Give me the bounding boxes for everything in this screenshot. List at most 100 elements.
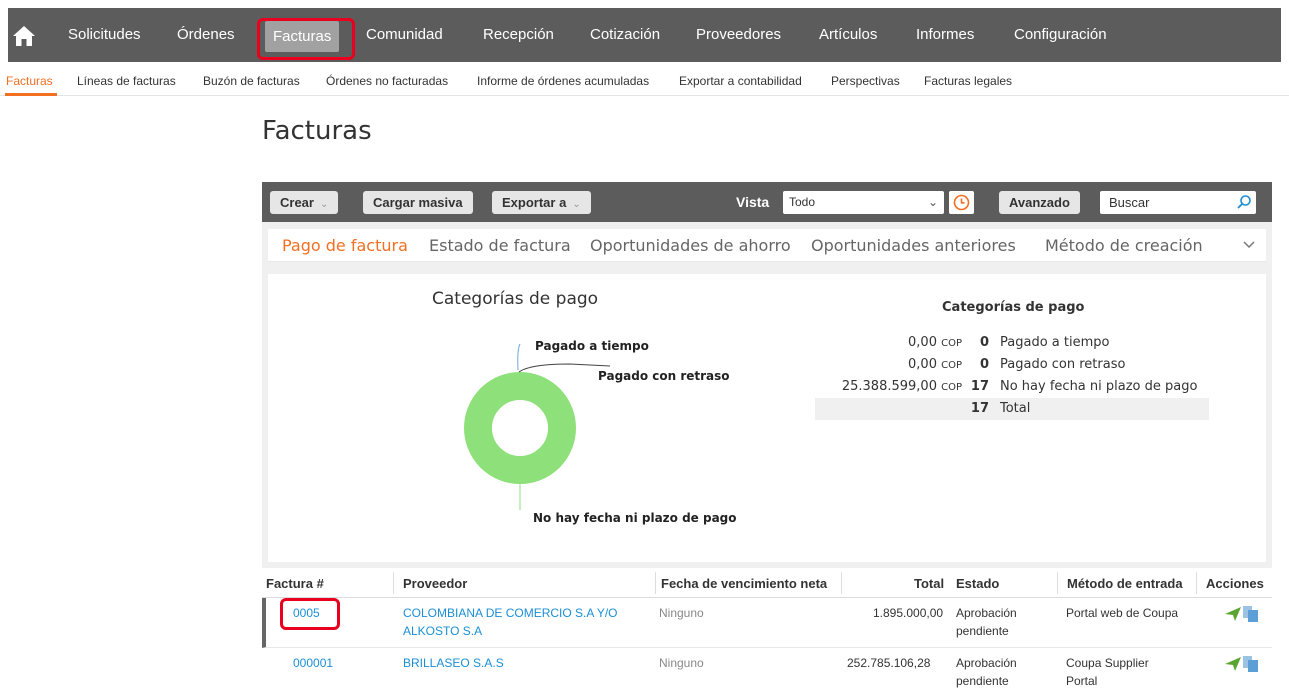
donut-leader-line-pagado-con-retraso	[518, 363, 611, 373]
summary-amount: 0,00 COP	[908, 357, 962, 372]
copy-icon[interactable]	[1242, 605, 1260, 623]
subnav-buzon-de-facturas[interactable]: Buzón de facturas	[203, 74, 300, 88]
chevron-down-icon[interactable]	[1242, 237, 1256, 251]
donut-label-no-hay-fecha-ni-plazo-de-pago: No hay fecha ni plazo de pago	[533, 511, 737, 525]
bulk-upload-button[interactable]: Cargar masiva	[363, 191, 473, 214]
summary-row: 25.388.599,00 COP 17 No hay fecha ni pla…	[815, 376, 1209, 398]
summary-total-row: 17 Total	[815, 398, 1209, 420]
create-button[interactable]: Crear ⌄	[270, 191, 339, 214]
tab-pago-de-factura[interactable]: Pago de factura	[282, 236, 408, 255]
invoice-toolbar: Crear ⌄ Cargar masiva Exportar a ⌄ Vista T…	[262, 182, 1272, 222]
nav-solicitudes[interactable]: Solicitudes	[68, 8, 141, 62]
column-header-total[interactable]: Total	[914, 576, 944, 591]
donut-leader-line-pagado-a-tiempo	[517, 343, 521, 371]
subnav-informe-ordenes-acumuladas[interactable]: Informe de órdenes acumuladas	[477, 74, 649, 88]
export-button-label: Exportar a	[502, 195, 567, 210]
nav-recepcion[interactable]: Recepción	[483, 8, 554, 62]
view-select-value: Todo	[789, 195, 816, 209]
total-value: 1.895.000,00	[873, 606, 944, 620]
home-icon[interactable]	[12, 25, 36, 47]
invoice-number-link[interactable]: 000001	[293, 654, 333, 672]
nav-facturas[interactable]: Facturas	[265, 21, 340, 52]
subnav-active-underline	[5, 93, 57, 96]
total-value: 252.785.106,28	[847, 656, 931, 670]
subnav-lineas-de-facturas[interactable]: Líneas de facturas	[77, 74, 176, 88]
subnav-facturas[interactable]: Facturas	[6, 74, 53, 88]
column-header-invoice-number[interactable]: Factura #	[266, 576, 324, 591]
column-divider	[393, 572, 394, 594]
export-dropdown-caret-icon: ⌄	[572, 199, 581, 210]
tab-oportunidades-anteriores[interactable]: Oportunidades anteriores	[811, 236, 1016, 255]
donut-slice-no-hay-fecha-ni-plazo-de-pago[interactable]	[464, 372, 576, 484]
summary-table: 0,00 COP 0 Pagado a tiempo 0,00 COP 0 Pa…	[815, 332, 1209, 420]
nav-cotizacion[interactable]: Cotización	[590, 8, 660, 62]
column-header-entry-method[interactable]: Método de entrada	[1067, 576, 1183, 591]
summary-count: 0	[979, 335, 989, 350]
subnav-facturas-legales[interactable]: Facturas legales	[924, 74, 1012, 88]
entry-method-value: Portal web de Coupa	[1066, 606, 1179, 620]
summary-total-label: Total	[1000, 401, 1031, 416]
payment-categories-donut-chart: Pagado a tiempo Pagado con retraso No hay …	[464, 339, 737, 525]
clock-icon[interactable]	[949, 191, 974, 214]
summary-total-count: 17	[970, 401, 989, 416]
chart-title: Categorías de pago	[432, 289, 599, 309]
summary-count: 0	[979, 357, 989, 372]
view-select[interactable]: Todo ⌄	[783, 191, 944, 214]
send-icon[interactable]	[1224, 605, 1242, 623]
export-button[interactable]: Exportar a ⌄	[492, 191, 591, 214]
summary-label: Pagado a tiempo	[1000, 335, 1110, 350]
nav-configuracion[interactable]: Configuración	[1014, 8, 1107, 62]
subnav-perspectivas[interactable]: Perspectivas	[831, 74, 900, 88]
summary-amount: 0,00 COP	[908, 335, 962, 350]
nav-proveedores[interactable]: Proveedores	[696, 8, 781, 62]
search-input[interactable]	[1100, 191, 1220, 214]
status-value: Aprobación pendiente	[956, 656, 1017, 688]
nav-articulos[interactable]: Artículos	[819, 8, 877, 62]
column-header-due-date[interactable]: Fecha de vencimiento neta	[661, 576, 827, 591]
subnav-ordenes-no-facturadas[interactable]: Órdenes no facturadas	[326, 74, 448, 88]
nav-ordenes[interactable]: Órdenes	[177, 8, 235, 62]
column-header-status[interactable]: Estado	[956, 576, 999, 591]
copy-icon[interactable]	[1242, 655, 1260, 673]
subnav-exportar-a-contabilidad[interactable]: Exportar a contabilidad	[679, 74, 802, 88]
summary-label: Pagado con retraso	[1000, 357, 1126, 372]
chevron-down-icon: ⌄	[927, 195, 938, 209]
invoice-number-link[interactable]: 0005	[293, 604, 320, 622]
column-divider	[1057, 572, 1058, 594]
create-dropdown-caret-icon[interactable]: ⌄	[320, 199, 328, 210]
status-value: Aprobación pendiente	[956, 606, 1017, 638]
tab-metodo-de-creacion[interactable]: Método de creación	[1045, 236, 1203, 255]
column-divider	[841, 572, 842, 594]
summary-label: No hay fecha ni plazo de pago	[1000, 379, 1198, 394]
chart-tabs: Pago de factura Estado de factura Oportu…	[268, 229, 1266, 262]
due-date-value: Ninguno	[659, 606, 704, 620]
entry-method-value: Coupa Supplier Portal	[1066, 656, 1149, 688]
view-label: Vista	[736, 194, 770, 210]
tab-estado-de-factura[interactable]: Estado de factura	[429, 236, 571, 255]
nav-informes[interactable]: Informes	[916, 8, 974, 62]
top-navigation-bar: Solicitudes Órdenes Facturas Comunidad R…	[8, 8, 1281, 62]
page-title: Facturas	[262, 116, 372, 146]
nav-comunidad[interactable]: Comunidad	[366, 8, 443, 62]
supplier-link[interactable]: COLOMBIANA DE COMERCIO S.A Y/O ALKOSTO S.…	[403, 604, 618, 640]
column-divider	[655, 572, 656, 594]
summary-title: Categorías de pago	[942, 300, 1085, 315]
table-row: 000001 BRILLASEO S.A.S Ninguno 252.785.1…	[262, 649, 1272, 689]
column-header-supplier[interactable]: Proveedor	[403, 576, 467, 591]
summary-row: 0,00 COP 0 Pagado con retraso	[815, 354, 1209, 376]
create-button-label: Crear	[280, 195, 314, 210]
table-row: 0005 COLOMBIANA DE COMERCIO S.A Y/O ALKOS…	[262, 598, 1272, 648]
advanced-search-button[interactable]: Avanzado	[999, 191, 1080, 214]
donut-label-pagado-con-retraso: Pagado con retraso	[598, 369, 730, 383]
donut-label-pagado-a-tiempo: Pagado a tiempo	[535, 339, 649, 353]
column-header-actions: Acciones	[1206, 576, 1264, 591]
supplier-link[interactable]: BRILLASEO S.A.S	[403, 654, 504, 672]
summary-row: 0,00 COP 0 Pagado a tiempo	[815, 332, 1209, 354]
due-date-value: Ninguno	[659, 656, 704, 670]
invoice-table-header: Factura # Proveedor Fecha de vencimiento…	[262, 568, 1272, 598]
send-icon[interactable]	[1224, 655, 1242, 673]
summary-amount: 25.388.599,00 COP	[841, 379, 962, 394]
tab-oportunidades-de-ahorro[interactable]: Oportunidades de ahorro	[590, 236, 791, 255]
search-icon[interactable]	[1236, 194, 1252, 210]
column-divider	[1196, 572, 1197, 594]
